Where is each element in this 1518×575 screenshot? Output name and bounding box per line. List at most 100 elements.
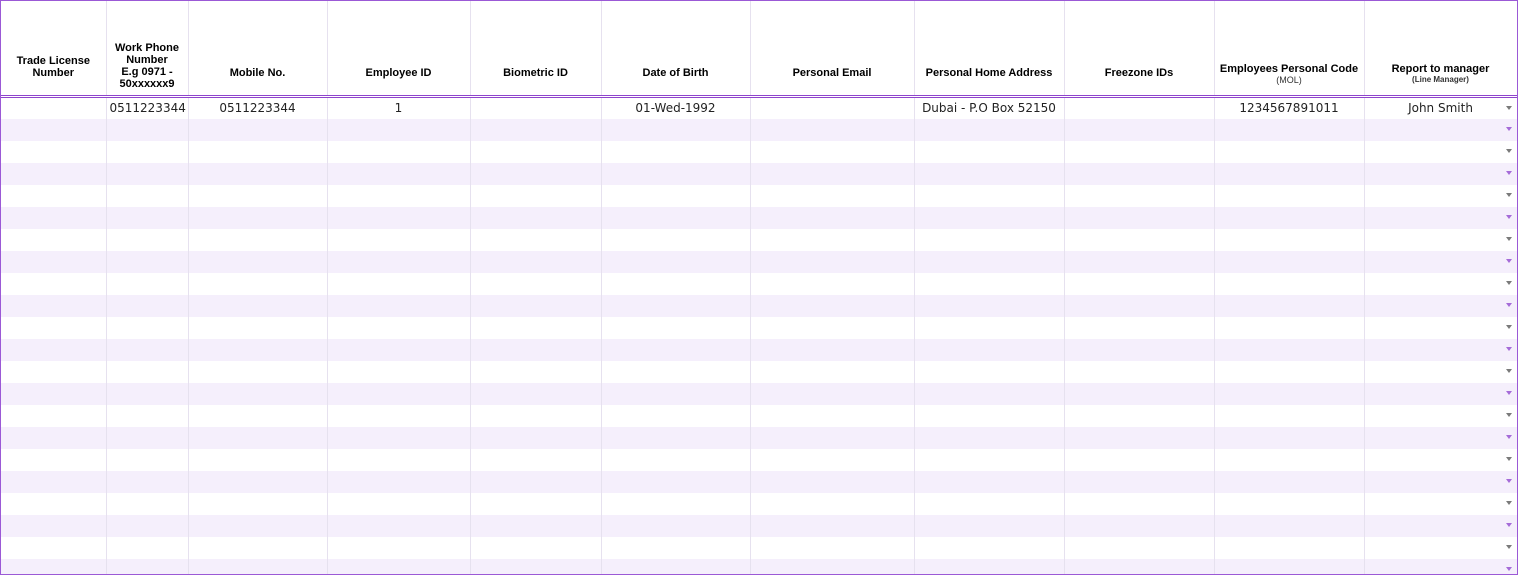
table-cell[interactable] [106,250,189,273]
header-freezone-ids[interactable]: Freezone IDs [1064,1,1215,98]
table-cell[interactable] [1364,184,1517,207]
cell-dob[interactable]: 01-Wed-1992 [601,96,751,119]
table-cell[interactable] [1,558,107,574]
table-cell[interactable] [1364,140,1517,163]
table-cell[interactable] [914,228,1065,251]
table-cell[interactable] [1064,492,1215,515]
table-cell[interactable] [750,228,915,251]
table-cell[interactable] [914,338,1065,361]
dropdown-arrow-icon[interactable] [1505,236,1512,241]
table-cell[interactable] [914,492,1065,515]
table-cell[interactable] [1064,426,1215,449]
table-cell[interactable] [1,382,107,405]
table-cell[interactable] [188,206,328,229]
dropdown-arrow-icon[interactable] [1505,192,1512,197]
table-cell[interactable] [914,272,1065,295]
table-cell[interactable] [750,250,915,273]
table-cell[interactable] [914,316,1065,339]
table-cell[interactable] [188,470,328,493]
table-cell[interactable] [601,470,751,493]
header-dob[interactable]: Date of Birth [601,1,751,98]
table-cell[interactable] [1064,316,1215,339]
table-cell[interactable] [470,536,602,559]
table-cell[interactable] [327,140,471,163]
table-cell[interactable] [601,316,751,339]
table-cell[interactable] [470,360,602,383]
table-cell[interactable] [914,118,1065,141]
table-cell[interactable] [1,360,107,383]
table-cell[interactable] [1,448,107,471]
table-cell[interactable] [327,360,471,383]
table-cell[interactable] [1064,228,1215,251]
table-cell[interactable] [1364,250,1517,273]
table-cell[interactable] [188,382,328,405]
table-cell[interactable] [188,140,328,163]
dropdown-arrow-icon[interactable] [1505,544,1512,549]
table-cell[interactable] [914,162,1065,185]
table-cell[interactable] [750,338,915,361]
table-cell[interactable] [914,448,1065,471]
table-cell[interactable] [750,184,915,207]
table-cell[interactable] [1,118,107,141]
table-cell[interactable] [188,404,328,427]
table-cell[interactable] [106,426,189,449]
table-cell[interactable] [601,250,751,273]
table-cell[interactable] [188,316,328,339]
dropdown-arrow-icon[interactable] [1505,500,1512,505]
dropdown-arrow-icon[interactable] [1505,368,1512,373]
table-cell[interactable] [1364,558,1517,574]
table-cell[interactable] [914,206,1065,229]
table-cell[interactable] [1,338,107,361]
table-cell[interactable] [1,536,107,559]
table-cell[interactable] [1064,162,1215,185]
header-trade-license[interactable]: Trade License Number [1,1,107,98]
table-cell[interactable] [914,250,1065,273]
table-cell[interactable] [327,558,471,574]
table-cell[interactable] [327,294,471,317]
table-cell[interactable] [470,558,602,574]
table-cell[interactable] [470,250,602,273]
table-cell[interactable] [327,514,471,537]
table-cell[interactable] [601,360,751,383]
table-cell[interactable] [601,558,751,574]
table-cell[interactable] [1364,162,1517,185]
table-cell[interactable] [106,558,189,574]
dropdown-arrow-icon[interactable] [1505,258,1512,263]
table-cell[interactable] [188,426,328,449]
table-cell[interactable] [914,426,1065,449]
table-cell[interactable] [601,272,751,295]
table-cell[interactable] [1064,448,1215,471]
table-cell[interactable] [1214,426,1365,449]
table-cell[interactable] [1364,228,1517,251]
cell-mobile[interactable]: 0511223344 [188,96,328,119]
cell-biometric-id[interactable] [470,96,602,119]
table-cell[interactable] [1364,118,1517,141]
table-cell[interactable] [601,536,751,559]
table-cell[interactable] [1214,470,1365,493]
table-cell[interactable] [327,228,471,251]
header-personal-code[interactable]: Employees Personal Code (MOL) [1214,1,1365,98]
table-cell[interactable] [1364,360,1517,383]
table-cell[interactable] [601,426,751,449]
table-cell[interactable] [327,206,471,229]
table-cell[interactable] [470,404,602,427]
table-cell[interactable] [750,162,915,185]
table-cell[interactable] [914,536,1065,559]
header-personal-email[interactable]: Personal Email [750,1,915,98]
table-cell[interactable] [106,514,189,537]
table-cell[interactable] [1214,404,1365,427]
dropdown-arrow-icon[interactable] [1505,214,1512,219]
table-cell[interactable] [1064,470,1215,493]
table-cell[interactable] [914,184,1065,207]
table-cell[interactable] [188,118,328,141]
table-cell[interactable] [188,184,328,207]
table-cell[interactable] [1214,558,1365,574]
table-cell[interactable] [1,250,107,273]
dropdown-arrow-icon[interactable] [1505,456,1512,461]
table-cell[interactable] [914,558,1065,574]
table-cell[interactable] [1,294,107,317]
table-cell[interactable] [601,184,751,207]
table-cell[interactable] [601,140,751,163]
header-mobile[interactable]: Mobile No. [188,1,328,98]
table-cell[interactable] [1364,294,1517,317]
